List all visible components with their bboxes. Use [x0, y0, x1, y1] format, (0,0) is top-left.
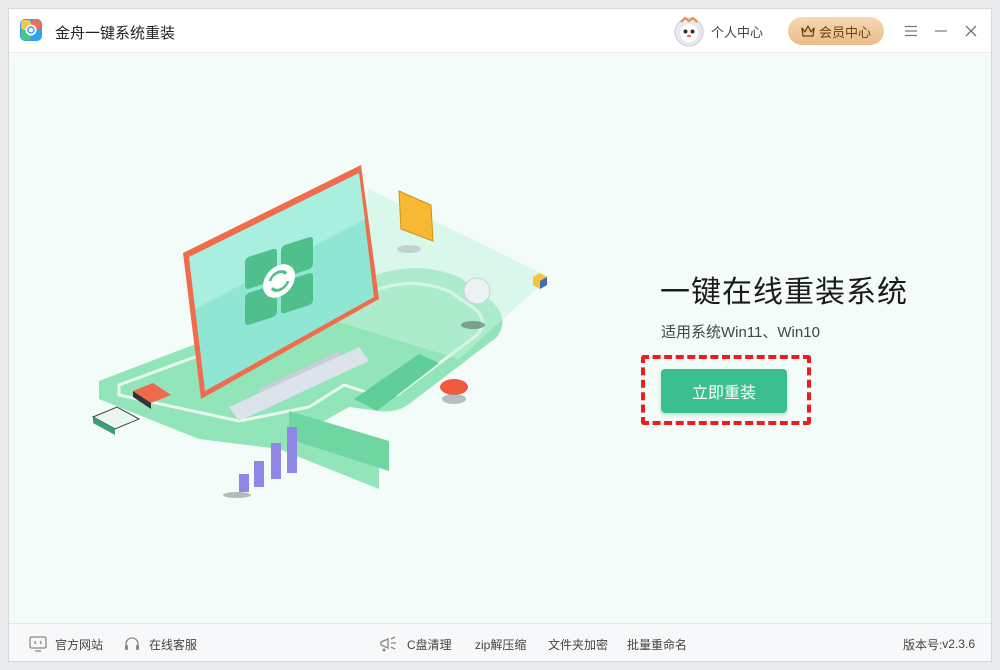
online-support-label: 在线客服 — [149, 637, 198, 652]
user-center-button[interactable]: 个人中心 — [673, 15, 763, 47]
headset-icon — [125, 637, 139, 650]
zip-extract-label: zip解压缩 — [475, 637, 527, 652]
official-website-label: 官方网站 — [55, 637, 104, 652]
zip-extract-link[interactable]: zip解压缩 — [475, 624, 527, 661]
monitor-icon — [29, 636, 47, 652]
version-info: 版本号: v2.3.6 — [902, 624, 975, 661]
supported-systems-text: 适用系统Win11、Win10 — [661, 324, 820, 341]
official-website-link[interactable]: 官方网站 — [29, 624, 104, 661]
broom-icon — [380, 636, 396, 652]
version-label: 版本号: — [902, 637, 943, 652]
folder-encrypt-label: 文件夹加密 — [548, 637, 609, 652]
title-bar: 金舟一键系统重装 个人中心 会员中心 — [9, 9, 991, 53]
footer-bar: 官方网站 在线客服 C盘清理 zip解压缩 文件夹加密 批量重命名 版本号: v… — [9, 623, 991, 661]
c-drive-cleanup-label: C盘清理 — [407, 637, 452, 652]
minimize-button[interactable] — [931, 21, 951, 41]
menu-icon — [905, 25, 917, 37]
batch-rename-link[interactable]: 批量重命名 — [627, 624, 688, 661]
version-number: v2.3.6 — [942, 637, 975, 651]
batch-rename-label: 批量重命名 — [627, 637, 688, 652]
online-support-link[interactable]: 在线客服 — [123, 624, 198, 661]
page-title: 一键在线重装系统 — [660, 276, 908, 309]
vip-center-label: 会员中心 — [818, 24, 871, 40]
folder-encrypt-link[interactable]: 文件夹加密 — [548, 624, 609, 661]
app-window: 金舟一键系统重装 个人中心 会员中心 一键在线重装系统 适用系统Win11、Wi… — [8, 8, 992, 662]
menu-button[interactable] — [901, 21, 921, 41]
app-logo-icon — [20, 19, 42, 41]
vip-center-button[interactable]: 会员中心 — [788, 17, 884, 45]
crown-icon — [801, 25, 815, 37]
minimize-icon — [935, 30, 947, 32]
c-drive-cleanup-link[interactable]: C盘清理 — [379, 624, 452, 661]
app-title: 金舟一键系统重装 — [55, 25, 176, 42]
avatar-icon — [674, 16, 704, 47]
system-reinstall-illustration — [91, 165, 549, 498]
reinstall-now-button[interactable]: 立即重装 — [661, 369, 787, 413]
close-icon — [965, 25, 977, 37]
user-center-label: 个人中心 — [711, 24, 764, 40]
close-button[interactable] — [961, 21, 981, 41]
